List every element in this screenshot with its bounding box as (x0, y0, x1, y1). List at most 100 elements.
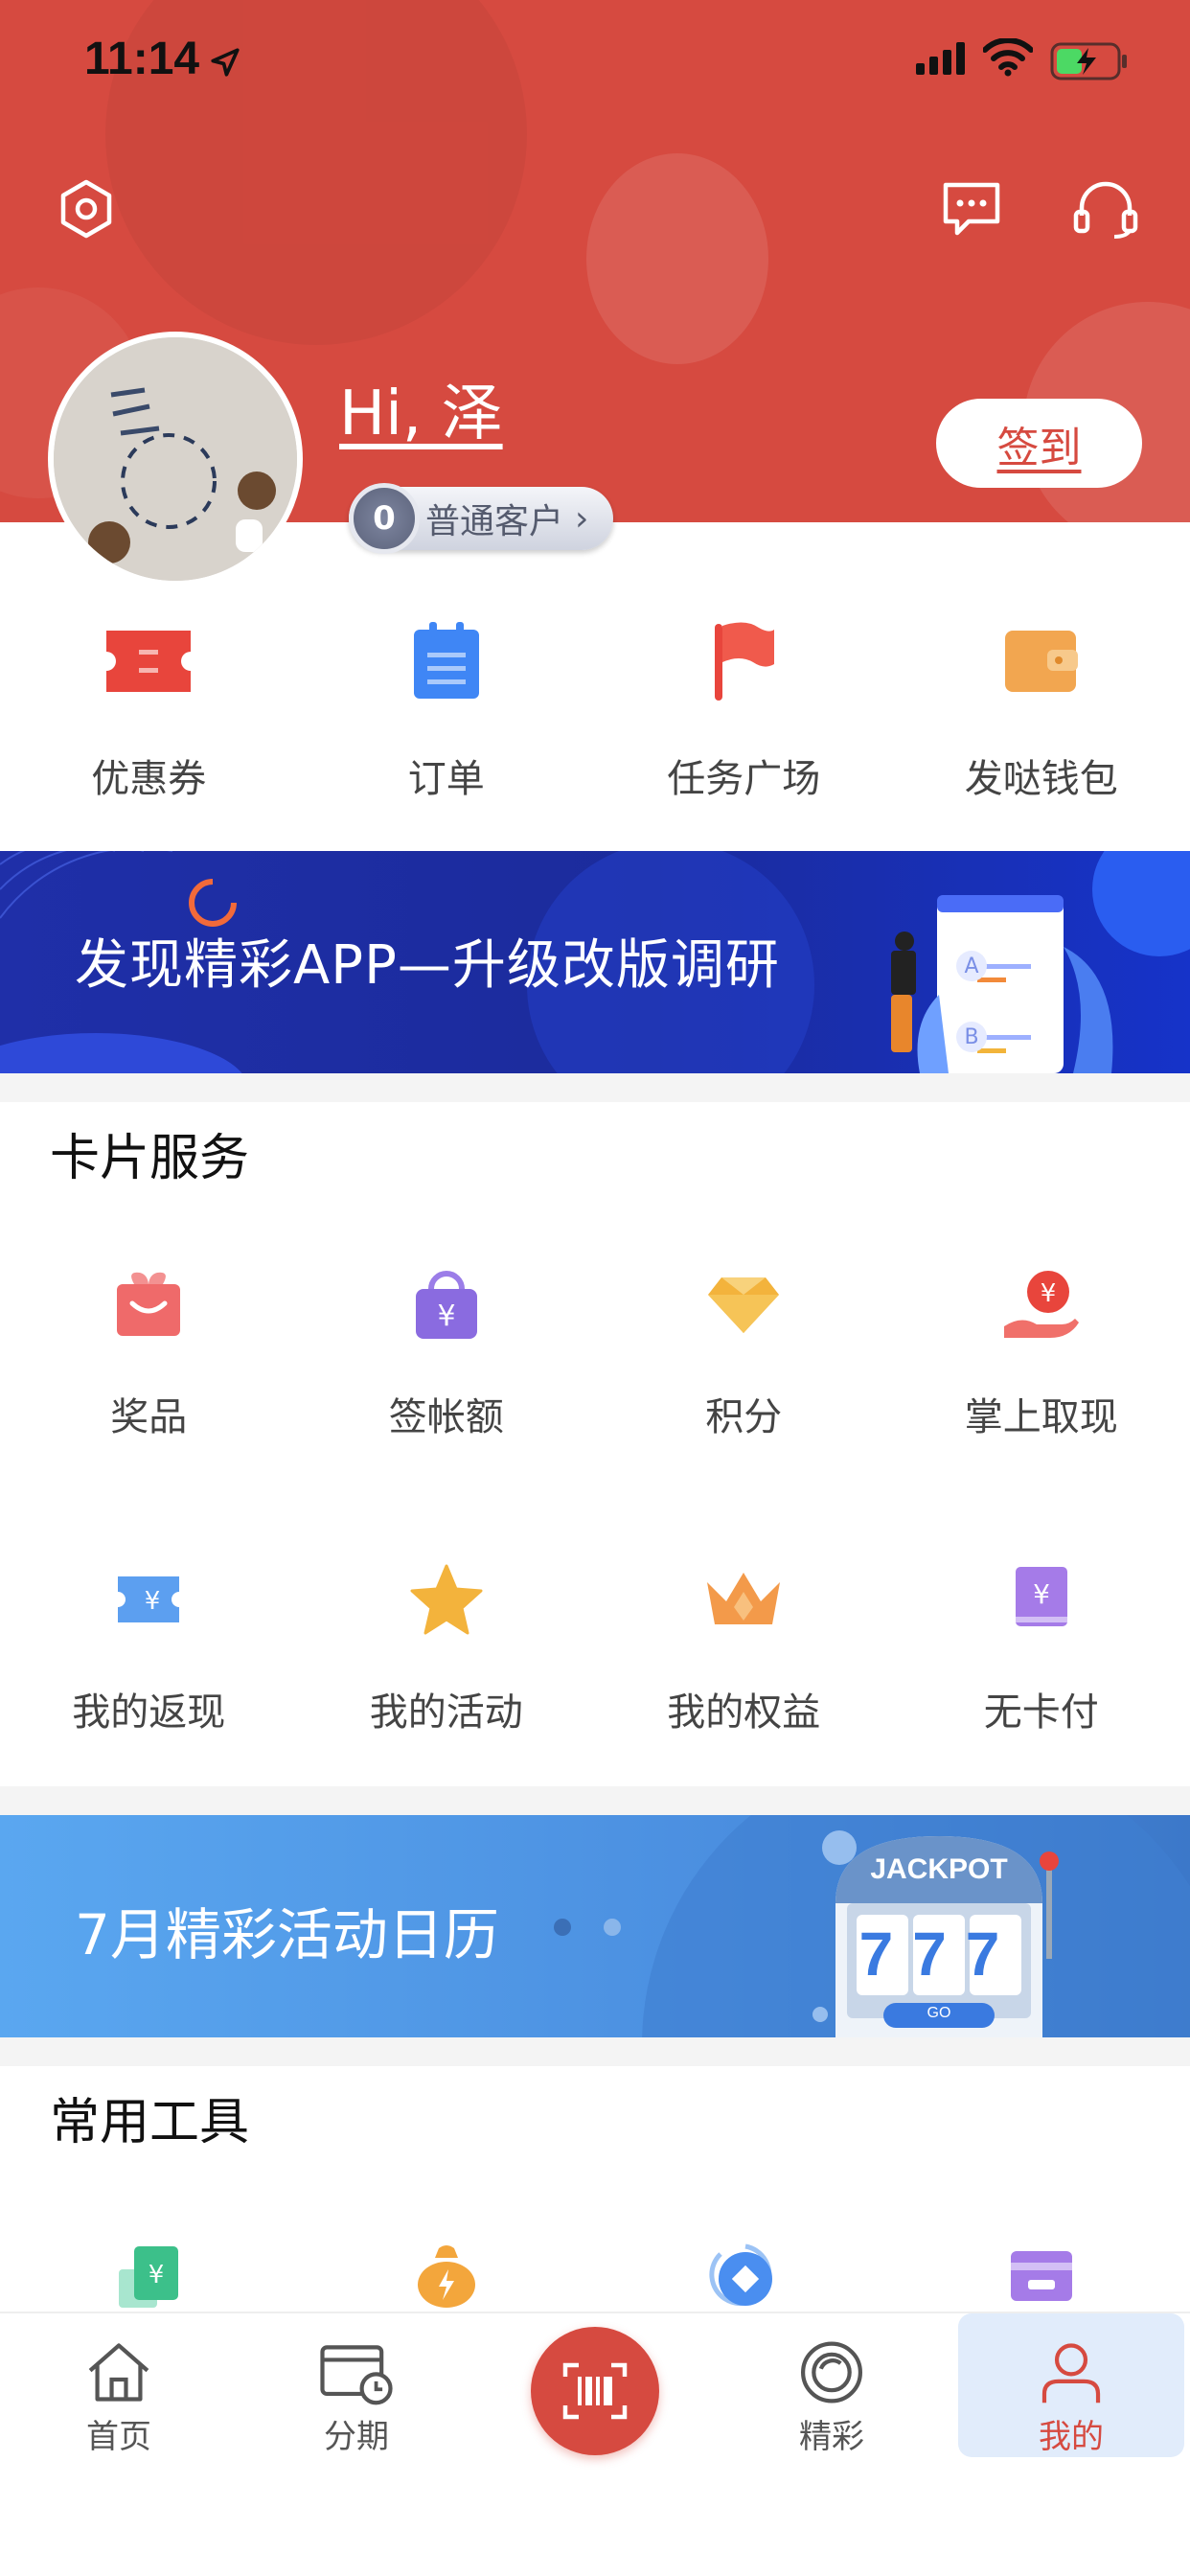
tab-label: 我的 (1039, 2418, 1104, 2456)
scan-button[interactable] (531, 2327, 659, 2455)
service-item-my-cashback[interactable]: ¥ 我的返现 (0, 1556, 298, 1736)
svg-text:¥: ¥ (149, 2261, 165, 2289)
survey-banner[interactable]: 发现精彩APP—升级改版调研 A B (0, 851, 1190, 1073)
service-item-spending-limit[interactable]: ¥ 签帐额 (298, 1261, 596, 1441)
service-item-label: 签帐额 (388, 1395, 504, 1439)
service-item-label: 无卡付 (983, 1690, 1099, 1735)
header-decoration (586, 153, 768, 364)
tab-profile[interactable]: 我的 (958, 2313, 1184, 2457)
service-item-label: 积分 (705, 1395, 783, 1439)
battery-charging-icon (1050, 42, 1127, 80)
chevron-right-icon: › (575, 498, 589, 539)
svg-text:¥: ¥ (1040, 1279, 1056, 1308)
barcode-scan-icon (562, 2362, 628, 2420)
tool-item[interactable] (893, 2233, 1190, 2319)
cash-hand-icon: ¥ (998, 1261, 1085, 1347)
cellular-signal-icon (916, 42, 965, 75)
crown-icon (700, 1556, 787, 1643)
quick-item-orders[interactable]: 订单 (298, 613, 596, 805)
card-services-title: 卡片服务 (50, 1130, 250, 1187)
checkin-button[interactable]: 签到 (936, 399, 1142, 488)
tab-discover[interactable]: 精彩 (719, 2313, 945, 2457)
svg-text:¥: ¥ (1033, 1578, 1050, 1610)
tool-item[interactable]: ¥ (0, 2233, 298, 2319)
gift-icon (105, 1261, 192, 1347)
money-bag-icon (403, 2233, 490, 2319)
tab-label: 首页 (86, 2418, 151, 2456)
messages-button[interactable] (935, 172, 1008, 245)
wifi-icon (983, 38, 1033, 77)
avatar[interactable] (48, 332, 303, 586)
star-icon (403, 1556, 490, 1643)
svg-text:¥: ¥ (145, 1587, 161, 1616)
section-divider (0, 1073, 1190, 1102)
location-arrow-icon (211, 48, 240, 77)
tab-home[interactable]: 首页 (6, 2313, 232, 2457)
diamond-icon (700, 1261, 787, 1347)
profile-icon (1041, 2343, 1101, 2404)
bag-icon: ¥ (403, 1261, 490, 1347)
common-tools-row: ¥ (0, 2233, 1190, 2319)
service-item-my-activities[interactable]: 我的活动 (298, 1556, 596, 1736)
quick-item-label: 优惠券 (91, 757, 207, 801)
tab-label: 分期 (324, 2418, 389, 2456)
tool-item[interactable] (595, 2233, 893, 2319)
chat-bubble-icon (943, 182, 1000, 236)
service-item-my-benefits[interactable]: 我的权益 (595, 1556, 893, 1736)
card-wallet-icon (998, 2233, 1085, 2319)
quick-item-label: 订单 (407, 757, 485, 801)
installment-icon (320, 2345, 393, 2405)
quick-item-task-plaza[interactable]: 任务广场 (595, 613, 893, 805)
section-divider (0, 1786, 1190, 1815)
coupon-icon (101, 613, 196, 709)
discover-icon (801, 2341, 862, 2404)
greeting-link[interactable]: Hi, 泽 (339, 364, 503, 452)
cardless-pay-icon: ¥ (998, 1556, 1085, 1643)
quick-item-label: 发哒钱包 (964, 757, 1118, 801)
bottom-tab-bar: 首页 分期 精彩 我的 (0, 2312, 1190, 2576)
service-item-label: 我的返现 (72, 1690, 226, 1735)
settings-hexagon-icon (60, 179, 112, 239)
service-item-label: 奖品 (110, 1395, 188, 1439)
quick-item-coupons[interactable]: 优惠券 (0, 613, 298, 805)
quick-actions: 优惠券 订单 任务广场 发哒钱包 (0, 613, 1190, 805)
carousel-dot-active[interactable] (554, 1919, 571, 1936)
quick-item-label: 任务广场 (667, 757, 821, 801)
card-services-row-2: ¥ 我的返现 我的活动 我的权益 ¥ 无卡付 (0, 1556, 1190, 1736)
home-icon (88, 2343, 149, 2402)
customer-service-button[interactable] (1069, 172, 1142, 245)
avatar-image (54, 337, 297, 581)
service-item-cash-withdrawal[interactable]: ¥ 掌上取现 (893, 1261, 1190, 1441)
level-medal-icon: 0 (349, 483, 420, 554)
cashback-ticket-icon: ¥ (105, 1556, 192, 1643)
order-icon (399, 613, 494, 709)
service-item-label: 我的活动 (369, 1690, 523, 1735)
service-item-points[interactable]: 积分 (595, 1261, 893, 1441)
carousel-dot[interactable] (604, 1919, 621, 1936)
member-level-badge[interactable]: 0 普通客户 › (349, 483, 614, 554)
member-level-label: 普通客户 (425, 502, 564, 541)
refresh-diamond-icon (700, 2233, 787, 2319)
quick-item-wallet[interactable]: 发哒钱包 (893, 613, 1190, 805)
jackpot-digits: 777 (858, 1920, 1019, 1989)
flag-icon (696, 613, 791, 709)
service-item-cardless-pay[interactable]: ¥ 无卡付 (893, 1556, 1190, 1736)
service-item-prizes[interactable]: 奖品 (0, 1261, 298, 1441)
survey-banner-title: 发现精彩APP—升级改版调研 (75, 934, 780, 997)
settings-button[interactable] (50, 172, 123, 245)
level-number: 0 (373, 499, 396, 538)
cash-note-icon: ¥ (105, 2233, 192, 2319)
activity-calendar-banner[interactable]: JACKPOT 777 GO 7月精彩活动日历 (0, 1815, 1190, 2037)
section-divider (0, 2037, 1190, 2066)
service-item-label: 掌上取现 (964, 1395, 1118, 1439)
svg-text:¥: ¥ (437, 1300, 455, 1333)
survey-option-a: A (956, 951, 987, 981)
headset-icon (1073, 181, 1138, 239)
tool-item[interactable] (298, 2233, 596, 2319)
tab-installment[interactable]: 分期 (243, 2313, 469, 2457)
status-bar: 11:14 (0, 0, 1190, 125)
status-time: 11:14 (84, 34, 200, 84)
survey-option-b: B (956, 1022, 987, 1052)
wallet-icon (994, 613, 1089, 709)
common-tools-title: 常用工具 (50, 2094, 250, 2151)
